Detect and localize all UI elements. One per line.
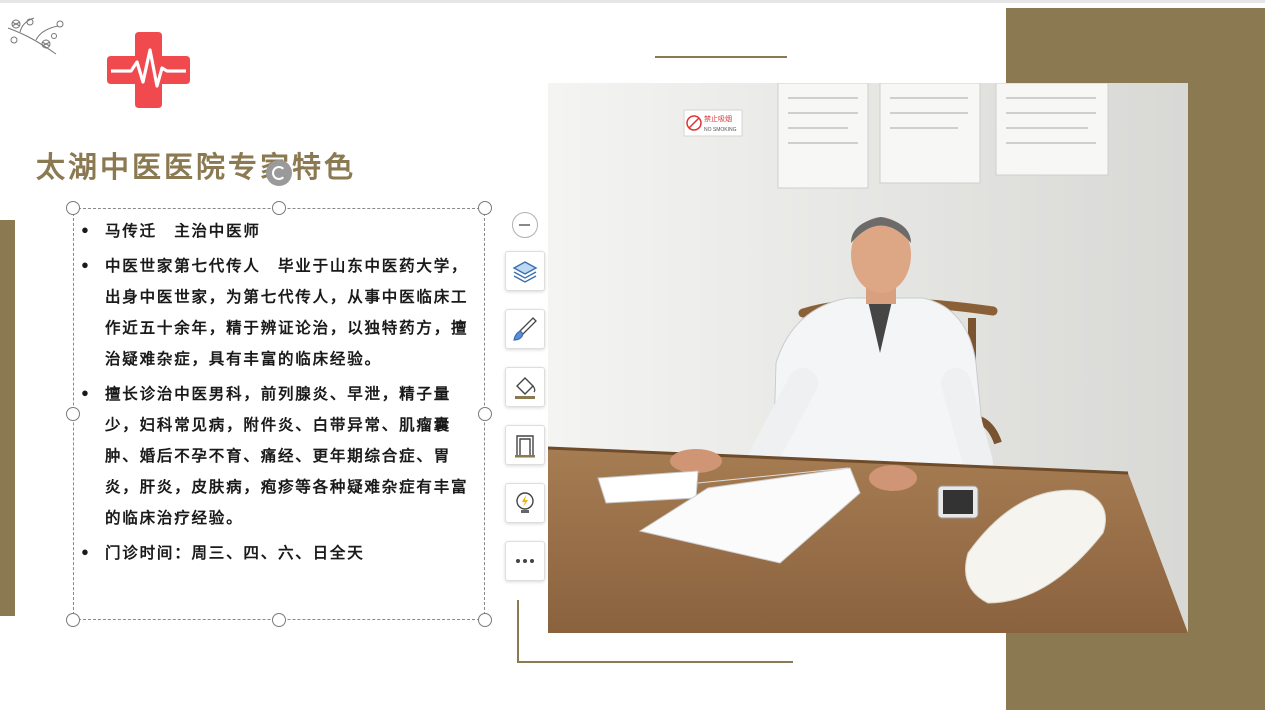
decor-line-bottom (517, 661, 793, 663)
no-smoking-subtext: NO SMOKING (704, 127, 737, 133)
resize-handle-middle-left[interactable] (66, 407, 80, 421)
fill-button[interactable] (505, 367, 545, 407)
frame-icon (515, 435, 535, 458)
brush-button[interactable] (505, 309, 545, 349)
more-button[interactable] (505, 541, 545, 581)
frame-button[interactable] (505, 425, 545, 465)
layers-button[interactable] (505, 251, 545, 291)
fill-icon (515, 377, 536, 399)
resize-handle-bottom-center[interactable] (272, 613, 286, 627)
collapse-icon[interactable] (512, 212, 538, 238)
doctor-photo-illustration: 禁止吸烟 NO SMOKING (548, 83, 1188, 633)
lightbulb-icon (516, 492, 534, 513)
more-icon (516, 559, 534, 563)
layers-icon (512, 261, 538, 283)
decor-line-vertical (517, 600, 519, 663)
top-border (0, 0, 1265, 3)
resize-handle-middle-right[interactable] (478, 407, 492, 421)
doctor-name-item: 马传迁 主治中医师 (80, 215, 470, 246)
rotate-handle-icon[interactable] (266, 160, 292, 186)
floral-ornament-icon (7, 17, 64, 55)
brush-icon (513, 317, 537, 341)
doctor-photo: 禁止吸烟 NO SMOKING (548, 83, 1188, 633)
idea-button[interactable] (505, 483, 545, 523)
resize-handle-bottom-right[interactable] (478, 613, 492, 627)
doctor-info-list[interactable]: 马传迁 主治中医师 中医世家第七代传人 毕业于山东中医药大学，出身中医世家，为第… (80, 215, 470, 572)
doctor-background-item: 中医世家第七代传人 毕业于山东中医药大学，出身中医世家，为第七代传人，从事中医临… (80, 250, 470, 374)
clinic-hours-item: 门诊时间：周三、四、六、日全天 (80, 537, 470, 568)
doctor-specialty-item: 擅长诊治中医男科，前列腺炎、早泄，精子量少，妇科常见病，附件炎、白带异常、肌瘤囊… (80, 378, 470, 533)
resize-handle-top-center[interactable] (272, 201, 286, 215)
page-title: 太湖中医医院专家特色 (36, 150, 357, 184)
resize-handle-top-left[interactable] (66, 201, 80, 215)
left-decor-strip (0, 220, 15, 616)
resize-handle-bottom-left[interactable] (66, 613, 80, 627)
resize-handle-top-right[interactable] (478, 201, 492, 215)
decor-line-top (655, 56, 787, 58)
no-smoking-text: 禁止吸烟 (704, 114, 732, 123)
medical-cross-logo (107, 32, 190, 108)
